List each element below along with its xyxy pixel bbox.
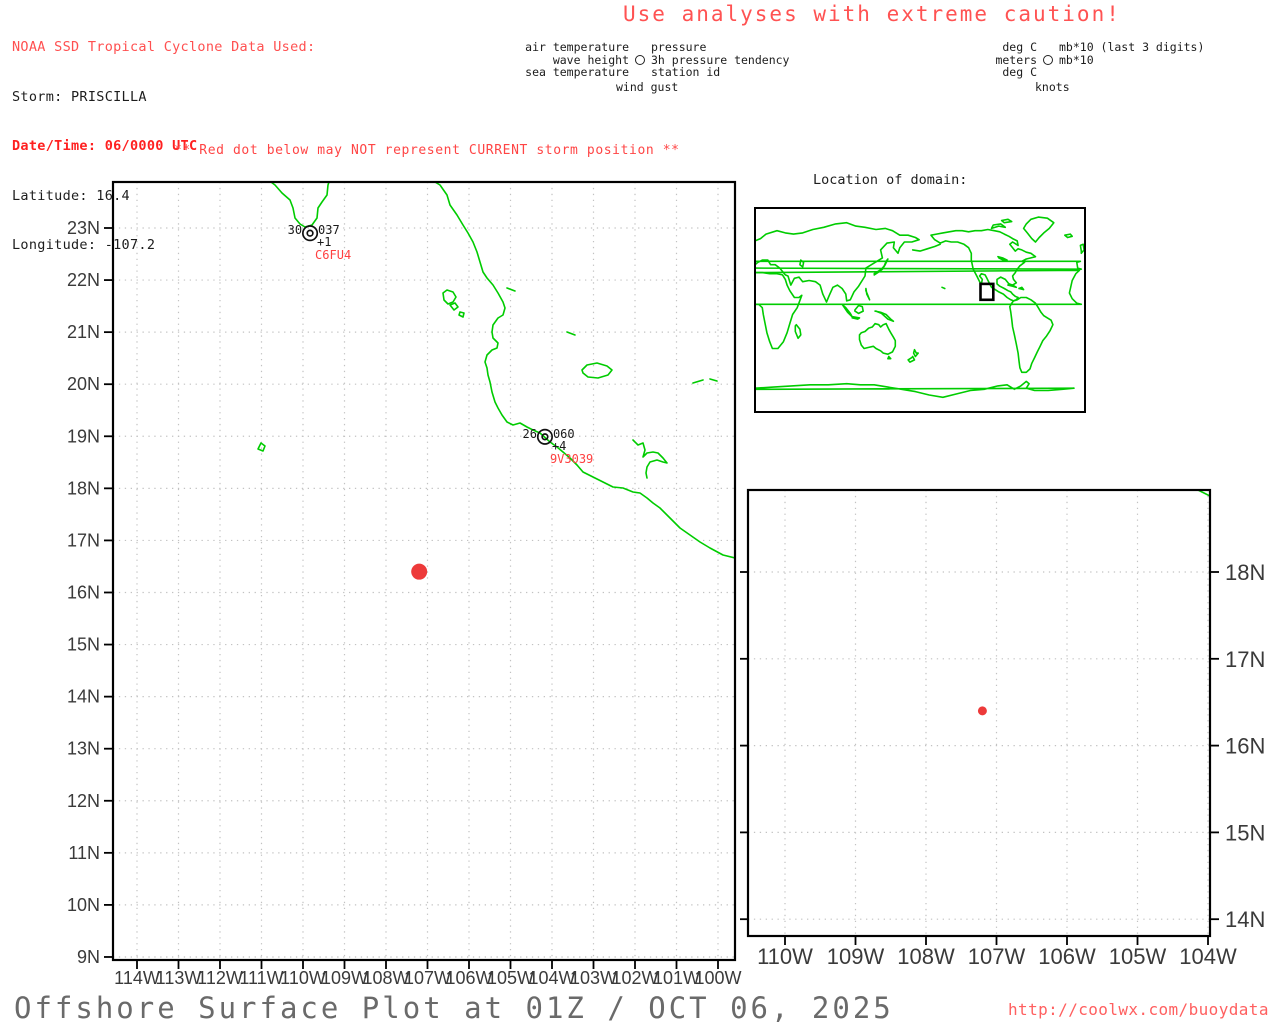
main-lon-label: 105W bbox=[487, 968, 534, 988]
main-lon-label: 103W bbox=[570, 968, 617, 988]
main-lat-label: 14N bbox=[67, 687, 100, 707]
zoom-lat-label: 17N bbox=[1225, 647, 1265, 672]
main-lat-label: 11N bbox=[68, 843, 100, 863]
world-coast-path bbox=[930, 228, 1037, 302]
coastline-mainland bbox=[434, 182, 735, 559]
main-lat-label: 9N bbox=[77, 947, 100, 967]
main-lat-label: 18N bbox=[67, 478, 100, 498]
plot-canvas: 30 037+1C6FU4 26 060+49V3039 23N 22N 21N 20N 19… bbox=[67, 180, 1265, 988]
station-air-temp: 30 bbox=[288, 223, 302, 237]
world-coast-path bbox=[865, 287, 871, 301]
world-coast-path bbox=[997, 255, 1008, 261]
world-coast-path bbox=[874, 310, 895, 323]
main-lat-label: 15N bbox=[67, 635, 100, 655]
main-lon-label: 113W bbox=[156, 968, 202, 988]
inset-frame bbox=[754, 207, 1086, 413]
main-lat-label: 16N bbox=[67, 582, 100, 602]
world-coast-path bbox=[1064, 233, 1073, 239]
world-coast-path bbox=[755, 221, 920, 303]
storm-dots bbox=[411, 563, 987, 716]
station-pressure-tendency: +4 bbox=[552, 439, 566, 453]
zoom-lon-label: 104W bbox=[1179, 944, 1237, 969]
world-coast-path bbox=[1018, 286, 1025, 291]
main-lat-label: 20N bbox=[67, 374, 100, 394]
main-lon-label: 108W bbox=[362, 968, 409, 988]
main-lon-label: 112W bbox=[197, 968, 243, 988]
main-lon-label: 107W bbox=[404, 968, 451, 988]
river-system bbox=[632, 439, 668, 479]
world-coast-path bbox=[755, 380, 1075, 399]
storm-dot-zoom bbox=[977, 706, 987, 716]
world-coast-path bbox=[941, 286, 946, 290]
zoom-map-axes: 18N 17N 16N 15N 14N 110W 109W 108W 107W 106W 105W 1… bbox=[740, 560, 1265, 969]
zoom-lon-label: 107W bbox=[968, 944, 1026, 969]
main-lat-label: 19N bbox=[67, 426, 100, 446]
main-lon-label: 109W bbox=[321, 968, 368, 988]
station-air-temp: 26 bbox=[522, 427, 536, 441]
world-inset-map bbox=[755, 216, 1085, 399]
zoom-lat-label: 14N bbox=[1225, 907, 1265, 932]
world-coast-path bbox=[1022, 216, 1055, 243]
storm-dot-main bbox=[411, 563, 428, 580]
world-coast-path bbox=[912, 348, 919, 358]
main-lon-label: 114W bbox=[114, 968, 160, 988]
zoom-lat-label: 18N bbox=[1225, 560, 1265, 585]
main-lat-label: 13N bbox=[67, 739, 100, 759]
main-lat-label: 22N bbox=[67, 270, 100, 290]
world-coast-path bbox=[851, 316, 861, 320]
island bbox=[257, 442, 266, 452]
world-coast-path bbox=[755, 269, 1083, 306]
coastline-baja bbox=[270, 182, 330, 228]
zoom-lat-label: 15N bbox=[1225, 820, 1265, 845]
station-id: 9V3039 bbox=[550, 452, 593, 466]
station-plot: 26 060+49V3039 bbox=[522, 427, 593, 466]
zoom-lon-label: 108W bbox=[897, 944, 955, 969]
island bbox=[709, 378, 718, 382]
world-coastlines bbox=[755, 216, 1085, 399]
station-plot: 30 037+1C6FU4 bbox=[288, 223, 352, 262]
main-lon-label: 106W bbox=[445, 968, 492, 988]
zoom-lon-label: 105W bbox=[1109, 944, 1167, 969]
island bbox=[449, 302, 459, 311]
world-coast-path bbox=[990, 223, 1007, 230]
world-coast-path bbox=[911, 243, 941, 252]
zoom-lon-label: 110W bbox=[757, 944, 813, 969]
main-lon-label: 102W bbox=[611, 968, 658, 988]
station-plots: 30 037+1C6FU4 26 060+49V3039 bbox=[288, 223, 594, 466]
world-coast-path bbox=[794, 323, 802, 340]
zoom-lon-label: 109W bbox=[827, 944, 885, 969]
main-lat-label: 17N bbox=[67, 530, 100, 550]
world-coast-path bbox=[887, 355, 892, 360]
plot-title: Offshore Surface Plot at 01Z / OCT 06, 2… bbox=[14, 991, 894, 1024]
main-lat-label: 21N bbox=[67, 322, 100, 342]
main-lon-label: 104W bbox=[528, 968, 575, 988]
main-lat-label: 12N bbox=[67, 791, 100, 811]
lake bbox=[581, 362, 613, 379]
offshore-surface-plot-page: NOAA SSD Tropical Cyclone Data Used: Sto… bbox=[0, 0, 1280, 1024]
main-map-axes: 23N 22N 21N 20N 19N 18N 17N 16N 15N 14N 13N 12N 11N 1… bbox=[67, 218, 742, 988]
station-id: C6FU4 bbox=[315, 248, 351, 262]
main-lon-label: 110W bbox=[280, 968, 326, 988]
source-url: http://coolwx.com/buoydata bbox=[1008, 1000, 1269, 1019]
zoom-lat-label: 16N bbox=[1225, 734, 1265, 759]
world-coast-path bbox=[1000, 218, 1013, 224]
main-lon-label: 100W bbox=[694, 968, 741, 988]
main-lat-label: 23N bbox=[67, 218, 100, 238]
world-coast-path bbox=[755, 271, 803, 350]
world-coast-path bbox=[1009, 296, 1054, 374]
world-coast-path bbox=[799, 259, 805, 268]
zoom-lon-label: 106W bbox=[1038, 944, 1096, 969]
main-lon-label: 111W bbox=[239, 968, 283, 988]
world-coast-path bbox=[854, 304, 864, 315]
world-coast-path bbox=[841, 303, 853, 318]
main-lat-label: 10N bbox=[67, 895, 100, 915]
world-coast-path bbox=[858, 322, 897, 355]
island bbox=[692, 379, 704, 384]
world-coast-path bbox=[1079, 243, 1085, 255]
island bbox=[442, 289, 457, 305]
world-coast-path bbox=[907, 355, 916, 363]
station-pressure-tendency: +1 bbox=[317, 235, 331, 249]
island bbox=[458, 311, 465, 318]
main-lon-label: 101W bbox=[653, 968, 700, 988]
